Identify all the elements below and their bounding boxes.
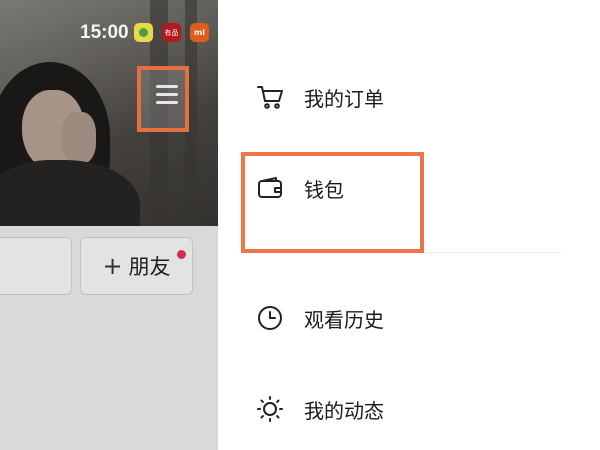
sun-icon: [256, 395, 284, 423]
menu-button[interactable]: [137, 66, 189, 132]
red-app-icon: 有品: [162, 23, 181, 42]
clock-icon: [256, 304, 284, 332]
drawer-item-orders[interactable]: 我的订单: [218, 62, 600, 132]
drawer-divider: [241, 252, 561, 253]
drawer-item-wallet[interactable]: 钱包: [218, 153, 600, 223]
add-friend-label: 朋友: [128, 255, 171, 279]
status-bar: 15:00 有品 mi: [0, 0, 218, 64]
drawer-item-label: 观看历史: [304, 307, 384, 332]
drawer-item-history[interactable]: 观看历史: [218, 283, 600, 353]
drawer-item-label: 我的动态: [304, 398, 384, 423]
status-time: 15:00: [80, 22, 129, 43]
profile-info-box[interactable]: [0, 237, 72, 295]
plus-icon: +: [102, 252, 123, 280]
notification-dot: [177, 250, 186, 259]
hamburger-icon: [156, 85, 178, 105]
wallet-icon: [256, 174, 284, 202]
profile-background: 15:00 有品 mi + 朋友: [0, 0, 218, 450]
add-friend-button[interactable]: + 朋友: [80, 237, 193, 295]
drawer-item-label: 钱包: [304, 177, 344, 202]
drawer-item-label: 我的订单: [304, 86, 384, 111]
drawer-item-moments[interactable]: 我的动态: [218, 374, 600, 444]
mi-app-icon: mi: [190, 23, 209, 42]
side-drawer: 我的订单 钱包 观看历史 我的动态: [218, 0, 600, 450]
green-leaf-app-icon: [134, 23, 153, 42]
cart-icon: [256, 83, 284, 111]
